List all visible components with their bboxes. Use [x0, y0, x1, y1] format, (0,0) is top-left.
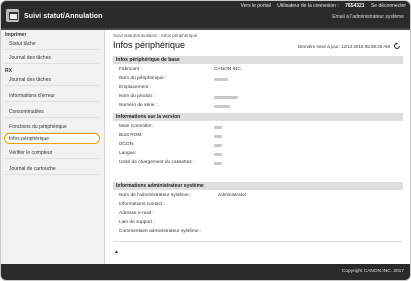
content-divider [113, 241, 403, 242]
sidebar-item-consumables[interactable]: Consommables [5, 107, 99, 118]
sidebar-item-cartridge-log[interactable]: Journal de cartouche [5, 164, 99, 175]
sidebar-item-print-job-log[interactable]: Journal des tâches [5, 53, 99, 64]
row-label-product-name: Nom du produit : [119, 94, 155, 99]
portal-link[interactable]: Vers le portail [241, 3, 271, 9]
page-title: Infos périphérique [113, 40, 186, 50]
row-value-admin-name: Administrator [218, 193, 247, 198]
sidebar-item-job-status[interactable]: Statut tâche [5, 39, 99, 50]
row-label-manufacturer: Fabricant : [119, 67, 142, 72]
copyright-text: Copyright CANON INC. 2017 [341, 269, 404, 274]
redacted-cassette-unit [214, 162, 222, 165]
login-user-value: 7654321 [345, 3, 365, 9]
redacted-main-controller [214, 126, 222, 129]
footer-bar: Copyright CANON INC. 2017 [1, 264, 410, 280]
row-label-support-link: Lien de support : [119, 220, 155, 225]
row-label-main-controller: Main Controller: [119, 124, 153, 129]
sidebar-item-error-info[interactable]: Informations d'erreur [5, 91, 99, 102]
refresh-icon[interactable] [393, 42, 401, 50]
row-label-admin-comment: Commentaire administrateur système : [119, 229, 202, 234]
row-label-language: Langue: [119, 151, 137, 156]
top-links: Vers le portail Utilisateur de la connex… [236, 3, 406, 9]
section-header-admin-info: Informations administrateur système [113, 182, 403, 190]
header-bar: Suivi statut/Annulation Vers le portail … [1, 1, 410, 30]
redacted-device-name [214, 78, 228, 81]
row-value-manufacturer: CANON INC. [214, 67, 243, 72]
sidebar-item-check-counter[interactable]: Vérifier le compteur [5, 148, 99, 159]
section-header-basic-info: Infos périphérique de base [113, 56, 403, 64]
login-user-label: Utilisateur de la connexion : [277, 3, 339, 9]
row-label-location: Emplacement : [119, 85, 151, 90]
logout-link[interactable]: Se déconnecter [371, 3, 406, 9]
sidebar-item-rx-job-log[interactable]: Journal des tâches [5, 75, 99, 86]
redacted-boot-rom [214, 135, 222, 138]
redacted-language [214, 153, 222, 156]
main-content: Suivi statut/Annulation : Infos périphér… [105, 30, 410, 264]
printer-logo-icon [6, 9, 19, 22]
row-label-cassette-unit: Unité de chargement du cassettes : [119, 160, 195, 165]
redacted-product-name [214, 96, 238, 99]
row-label-device-name: Nom du périphérique : [119, 76, 167, 81]
row-label-boot-rom: Boot ROM: [119, 133, 143, 138]
app-window: Suivi statut/Annulation Vers le portail … [0, 0, 411, 281]
sidebar: Imprimer Statut tâche Journal des tâches… [1, 30, 105, 264]
row-label-admin-name: Nom de l'administrateur système : [119, 193, 192, 198]
redacted-dcon [214, 144, 222, 147]
sidebar-item-device-functions[interactable]: Fonctions du périphérique [5, 122, 99, 133]
breadcrumb: Suivi statut/Annulation : Infos périphér… [113, 33, 198, 38]
sidebar-section-print: Imprimer [5, 32, 27, 38]
back-to-top-icon[interactable]: ▲ [114, 249, 119, 255]
admin-mail-link[interactable]: Email à l'administrateur système [332, 14, 404, 20]
redacted-serial-number [214, 105, 230, 108]
row-label-email: Adresse e-mail : [119, 211, 154, 216]
app-title: Suivi statut/Annulation [24, 13, 103, 20]
row-label-contact-info: Informations contact : [119, 202, 165, 207]
sidebar-section-rx: RX [5, 68, 12, 74]
row-label-serial-number: Numéro de série : [119, 103, 158, 108]
sidebar-item-device-info[interactable]: Infos périphérique [4, 133, 100, 144]
section-header-version-info: Informations sur la version [113, 113, 403, 121]
last-update-text: Dernière mise à jour: 12/12 2016 05:59:2… [297, 44, 390, 49]
row-label-dcon: DCON: [119, 142, 135, 147]
